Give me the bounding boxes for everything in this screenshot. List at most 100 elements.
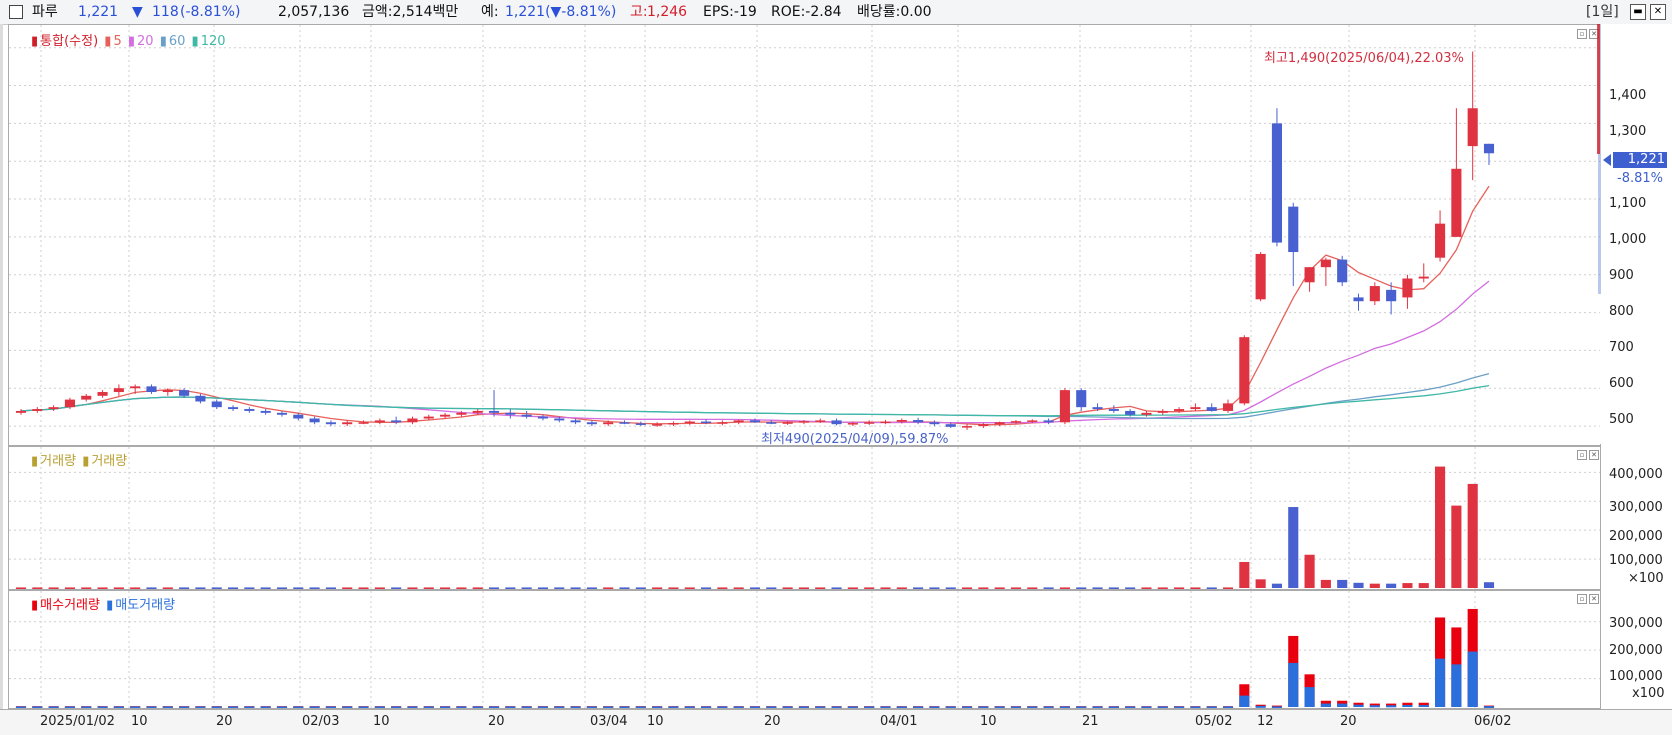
price-y-label: 1,300 bbox=[1609, 124, 1647, 139]
stock-name[interactable]: 파루 bbox=[32, 0, 58, 24]
sell-volume-bar bbox=[130, 706, 141, 708]
candle-body bbox=[929, 422, 940, 425]
candle-body bbox=[537, 416, 549, 419]
sell-volume-bar bbox=[440, 706, 451, 708]
volume-bar bbox=[749, 587, 761, 589]
volume-chart-svg bbox=[9, 447, 1600, 589]
candle-body bbox=[276, 412, 288, 415]
candle-body bbox=[391, 420, 402, 423]
panel-close-icon[interactable]: ✕ bbox=[1589, 450, 1599, 460]
sell-volume-bar bbox=[293, 706, 304, 708]
volume-bar bbox=[162, 587, 173, 589]
sell-volume-bar bbox=[586, 706, 597, 708]
volume-bar bbox=[619, 587, 630, 589]
buy-sell-chart-panel[interactable]: ▮ 매수거래량 ▮ 매도거래량 ▫ ✕ bbox=[8, 590, 1601, 709]
volume-y-label: 400,000 bbox=[1609, 467, 1663, 482]
select-checkbox[interactable] bbox=[9, 5, 23, 19]
volume-bar bbox=[1222, 587, 1234, 589]
legend-ma5[interactable]: 5 bbox=[113, 34, 121, 49]
legend-ma120[interactable]: 120 bbox=[201, 34, 226, 49]
volume-bar bbox=[342, 587, 353, 589]
panel-restore-icon[interactable]: ▫ bbox=[1577, 594, 1587, 604]
panel-restore-icon[interactable]: ▫ bbox=[1577, 29, 1587, 39]
candle-body bbox=[1174, 409, 1185, 411]
volume-bar bbox=[97, 587, 108, 589]
price-y-label: 700 bbox=[1609, 340, 1634, 355]
volume-y-label: 200,000 bbox=[1609, 529, 1663, 544]
sell-volume-bar bbox=[1206, 706, 1217, 708]
candle-body bbox=[1451, 168, 1462, 237]
candle-body bbox=[1141, 412, 1152, 415]
ma5-line bbox=[20, 185, 1490, 426]
sell-volume-bar bbox=[1467, 651, 1478, 707]
sell-volume-bar bbox=[179, 706, 190, 708]
volume-bar bbox=[32, 587, 43, 589]
volume-bar bbox=[1190, 587, 1201, 589]
candle-body bbox=[1027, 420, 1038, 422]
price-chart-svg bbox=[9, 25, 1600, 445]
volume-bar bbox=[1092, 587, 1103, 589]
sell-volume-bar bbox=[717, 706, 728, 708]
legend-sell[interactable]: 매도거래량 bbox=[115, 598, 175, 613]
sell-volume-bar bbox=[32, 706, 43, 708]
price-y-label: 800 bbox=[1609, 304, 1634, 319]
volume-bar bbox=[880, 587, 891, 589]
sell-volume-bar bbox=[945, 706, 956, 708]
expected-label: 예: bbox=[481, 4, 499, 20]
volume-bar bbox=[1451, 505, 1462, 588]
candle-body bbox=[342, 422, 353, 425]
sell-volume-bar bbox=[162, 706, 173, 708]
legend-buy[interactable]: 매수거래량 bbox=[40, 598, 100, 613]
volume-bar bbox=[684, 587, 695, 589]
candle-body bbox=[668, 423, 679, 425]
volume-bar bbox=[831, 587, 842, 589]
price-chart-panel[interactable]: ▮ 통합(수정) ▮ 5 ▮ 20 ▮ 60 ▮ 120 ▫ ✕ 최고1,490(2025… bbox=[8, 24, 1601, 446]
volume-chart-panel[interactable]: ▮ 거래량 ▮ 거래량 ▫ ✕ bbox=[8, 446, 1601, 590]
volume-bar bbox=[488, 587, 500, 589]
current-price-box: 1,221 bbox=[1613, 152, 1667, 168]
ma60-line bbox=[20, 372, 1490, 420]
legend-main[interactable]: 통합(수정) bbox=[40, 34, 98, 49]
sell-volume-bar bbox=[1288, 662, 1299, 707]
sell-volume-bar bbox=[488, 706, 500, 708]
sell-volume-bar bbox=[97, 706, 108, 708]
candle-body bbox=[1320, 259, 1331, 268]
candle-body bbox=[505, 412, 516, 415]
volume-bar bbox=[798, 587, 809, 589]
legend-ma20[interactable]: 20 bbox=[137, 34, 154, 49]
candle-body bbox=[864, 422, 875, 424]
volume-bar bbox=[48, 587, 59, 589]
date-axis[interactable]: 2025/01/02 10 20 02/03 10 20 03/04 10 20… bbox=[0, 709, 1672, 735]
current-pct-label: -8.81% bbox=[1617, 171, 1663, 186]
candle-body bbox=[1059, 390, 1070, 423]
candle-body bbox=[1108, 409, 1119, 411]
sell-volume-bar bbox=[1174, 706, 1185, 708]
candle-body bbox=[635, 423, 646, 425]
candle-body bbox=[64, 399, 75, 408]
date-tick: 20 bbox=[216, 714, 233, 729]
period-selector[interactable]: [1일] bbox=[1586, 0, 1619, 24]
sell-volume-bar bbox=[1451, 664, 1462, 707]
maximize-icon[interactable]: ▬ bbox=[1630, 4, 1646, 20]
sell-volume-bar bbox=[1027, 706, 1038, 708]
volume-bar bbox=[815, 587, 826, 589]
volume-y-label: 300,000 bbox=[1609, 500, 1663, 515]
sell-volume-bar bbox=[195, 706, 206, 708]
volume-bar bbox=[64, 587, 75, 589]
volume-bar bbox=[537, 587, 549, 589]
panel-close-icon[interactable]: ✕ bbox=[1589, 594, 1599, 604]
volume-bar bbox=[1369, 583, 1380, 588]
close-icon[interactable]: ✕ bbox=[1650, 4, 1666, 20]
legend-volume-1[interactable]: 거래량 bbox=[40, 454, 76, 469]
panel-restore-icon[interactable]: ▫ bbox=[1577, 450, 1587, 460]
volume-bar bbox=[1125, 587, 1136, 589]
sell-volume-bar bbox=[456, 706, 467, 708]
sell-volume-bar bbox=[864, 706, 875, 708]
candle-body bbox=[945, 424, 956, 427]
candle-body bbox=[113, 388, 124, 393]
legend-volume-2[interactable]: 거래량 bbox=[91, 454, 127, 469]
stock-info-bar: 파루 1,221 ▼ 118 (-8.81%) 2,057,136 금액:2,5… bbox=[0, 0, 1672, 25]
legend-ma60[interactable]: 60 bbox=[169, 34, 186, 49]
candle-body bbox=[1337, 259, 1348, 283]
candle-body bbox=[896, 420, 907, 422]
